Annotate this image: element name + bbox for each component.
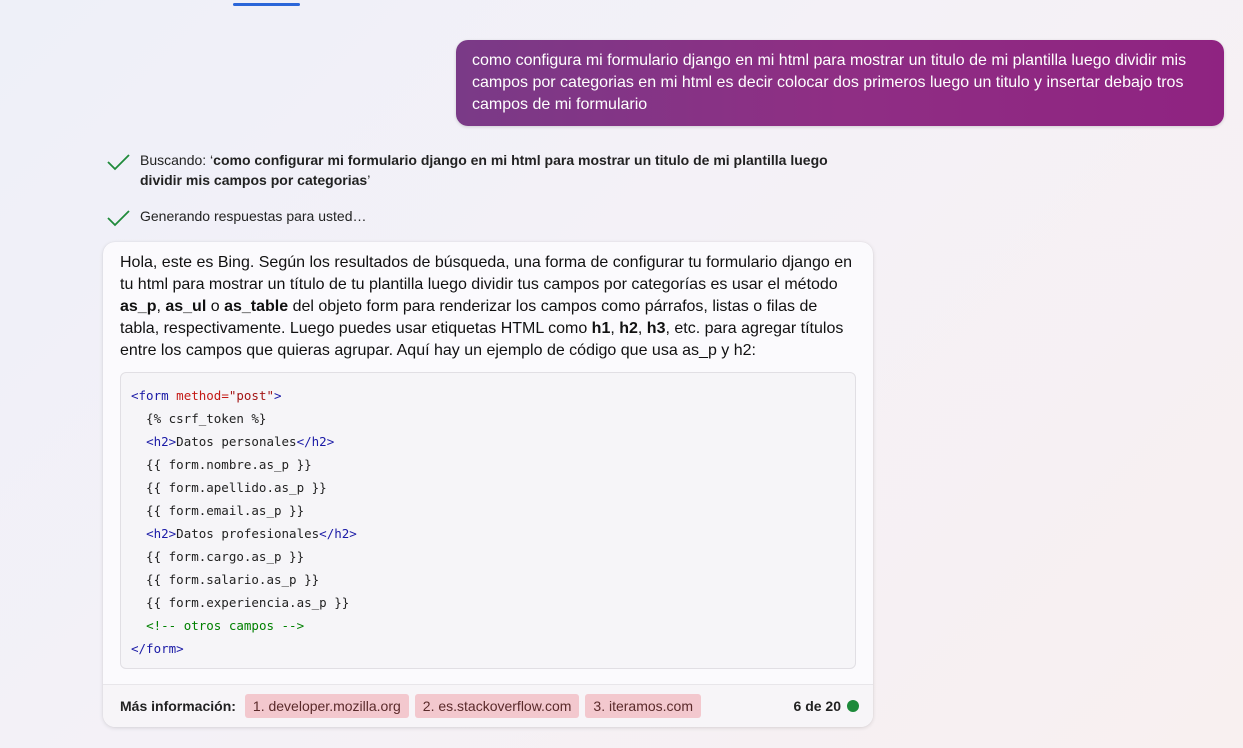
source-link-2[interactable]: 2. es.stackoverflow.com [414,694,580,718]
code-token: </h2> [319,526,357,541]
code-line: <!-- otros campos --> [131,614,845,637]
code-token: </h2> [296,434,335,449]
bot-response-card: Hola, este es Bing. Según los resultados… [103,242,873,727]
more-info-label: Más información: [120,698,236,714]
user-message-text: como configura mi formulario django en m… [472,52,1187,113]
code-line: {% csrf_token %} [131,411,267,426]
code-line: {{ form.experiencia.as_p }} [131,595,350,610]
code-line: </form> [131,641,184,656]
code-line: {{ form.email.as_p }} [131,503,305,518]
tag-h1: h1 [591,320,611,337]
code-line: {{ form.nombre.as_p }} [131,457,312,472]
status-generating-text: Generando respuestas para usted… [140,208,367,224]
tag-h2: h2 [619,320,638,337]
searching-query: como configurar mi formulario django en … [140,152,828,188]
turn-counter: 6 de 20 [793,698,841,714]
bot-text-sep: , [610,320,620,337]
code-line: {{ form.salario.as_p }} [131,572,320,587]
code-line: {{ form.cargo.as_p }} [131,549,305,564]
checkmark-icon [106,150,130,174]
bot-text-sep: , [637,320,647,337]
method-as-p: as_p [120,298,157,315]
code-line: <h2>Datos personales</h2> [131,430,845,453]
card-footer: Más información: 1. developer.mozilla.or… [103,684,873,727]
code-token: <!-- otros campos --> [146,618,305,633]
source-link-1[interactable]: 1. developer.mozilla.org [244,694,409,718]
code-block[interactable]: <form method="post"> {% csrf_token %} <h… [120,372,856,669]
checkmark-icon [106,206,130,230]
bot-text-sep: o [206,298,225,315]
searching-suffix: ’ [367,172,371,188]
source-link-3[interactable]: 3. iteramos.com [585,694,701,718]
method-as-ul: as_ul [165,298,207,315]
code-token: "post" [228,388,275,403]
status-generating: Generando respuestas para usted… [106,206,870,230]
code-token: > [274,388,282,403]
code-line: <form method="post"> [131,384,845,407]
code-token: <form [131,388,169,403]
status-dot-icon [847,700,859,712]
tag-h3: h3 [646,320,666,337]
code-line: <h2>Datos profesionales</h2> [131,522,845,545]
active-tab-indicator [233,3,300,6]
method-as-table: as_table [224,298,289,315]
code-token: method= [168,388,229,403]
bot-text-part: Hola, este es Bing. Según los resultados… [120,254,853,293]
code-token: Datos profesionales [176,526,320,541]
code-token: <h2> [146,526,177,541]
user-message-bubble: como configura mi formulario django en m… [456,40,1224,126]
code-token: <h2> [146,434,177,449]
searching-prefix: Buscando: ‘ [140,152,214,168]
status-searching: Buscando: ‘como configurar mi formulario… [106,150,870,190]
bot-response-text: Hola, este es Bing. Según los resultados… [120,252,860,362]
code-line: {{ form.apellido.as_p }} [131,480,327,495]
status-searching-text: Buscando: ‘como configurar mi formulario… [140,150,870,190]
code-token: Datos personales [176,434,297,449]
